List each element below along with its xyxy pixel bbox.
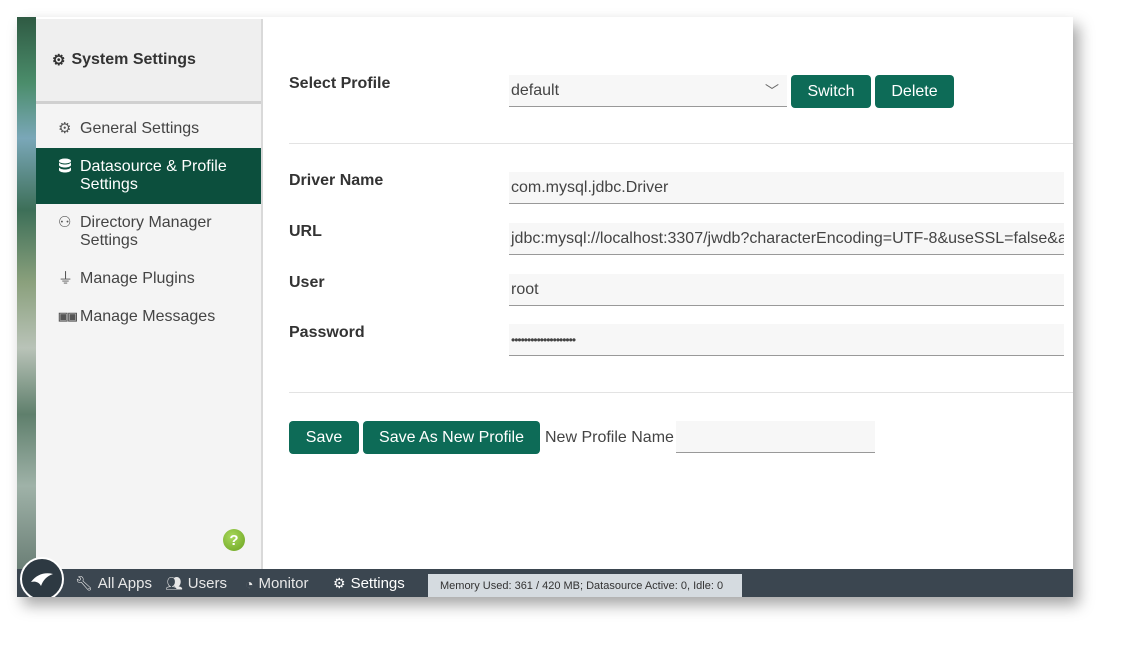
menu-all-apps-label: All Apps xyxy=(97,575,152,592)
background-image-strip xyxy=(17,17,36,569)
profile-select[interactable]: default ﹀ xyxy=(509,75,787,107)
user-label: User xyxy=(289,274,325,291)
sidebar-item-manage-messages[interactable]: ▣▣ Manage Messages xyxy=(36,298,261,336)
menu-settings-label: Settings xyxy=(350,575,405,592)
app-logo-icon[interactable] xyxy=(20,557,64,597)
new-profile-name-label: New Profile Name xyxy=(545,429,674,446)
save-as-new-profile-button[interactable]: Save As New Profile xyxy=(363,421,540,454)
app-window: ⚙ System Settings ⚙ General Settings Dat… xyxy=(17,17,1073,597)
driver-name-label: Driver Name xyxy=(289,172,384,189)
sidebar-item-datasource-profile-settings[interactable]: Datasource & Profile Settings xyxy=(36,148,261,204)
gears-icon: ⚙ xyxy=(333,575,346,591)
profile-select-value: default xyxy=(511,82,560,99)
database-icon-svg xyxy=(59,158,71,173)
select-profile-label: Select Profile xyxy=(289,75,391,92)
new-profile-name-input[interactable] xyxy=(676,421,875,453)
sidebar-title: System Settings xyxy=(71,51,196,68)
language-icon: ▣▣ xyxy=(58,311,78,323)
gear-icon: ⚙ xyxy=(58,120,72,137)
sidebar-item-label: General Settings xyxy=(80,120,200,137)
status-bar-text: Memory Used: 361 / 420 MB; Datasource Ac… xyxy=(428,574,742,597)
bottom-bar: 🔧︎ All Apps 👥︎ Users ◔ Monitor ⚙ Setting… xyxy=(17,557,1073,597)
save-button[interactable]: Save xyxy=(289,421,359,454)
url-input[interactable]: jdbc:mysql://localhost:3307/jwdb?charact… xyxy=(509,223,1064,255)
database-icon xyxy=(58,158,80,179)
help-icon[interactable]: ? xyxy=(223,529,245,551)
sidebar-item-manage-plugins[interactable]: ⏚ Manage Plugins xyxy=(36,260,261,298)
sidebar: ⚙ System Settings ⚙ General Settings Dat… xyxy=(36,19,263,569)
gears-icon: ⚙ xyxy=(52,52,66,69)
delete-button[interactable]: Delete xyxy=(875,75,954,108)
menu-users[interactable]: 👥︎ Users xyxy=(165,575,227,592)
sidebar-item-label: Datasource & Profile Settings xyxy=(80,158,227,193)
plug-icon: ⏚ xyxy=(58,270,74,287)
menu-settings[interactable]: ⚙ Settings xyxy=(333,575,405,592)
divider xyxy=(289,392,1073,393)
actions-row: Save Save As New Profile New Profile Nam… xyxy=(289,421,1063,455)
menu-users-label: Users xyxy=(187,575,227,592)
menu-monitor-label: Monitor xyxy=(258,575,309,592)
divider xyxy=(289,143,1073,144)
users-gear-icon: ⚇ xyxy=(58,214,72,231)
sidebar-item-general-settings[interactable]: ⚙ General Settings xyxy=(36,110,261,148)
dashboard-icon: ◔ xyxy=(245,575,254,592)
menu-all-apps[interactable]: 🔧︎ All Apps xyxy=(75,575,152,592)
main-content: Select Profile default ﹀ Switch Delete D… xyxy=(263,17,1073,569)
sidebar-header: ⚙ System Settings xyxy=(36,19,261,104)
user-row: User root xyxy=(289,274,1064,308)
user-input[interactable]: root xyxy=(509,274,1064,306)
driver-row: Driver Name com.mysql.jdbc.Driver xyxy=(289,172,1064,206)
chevron-down-icon: ﹀ xyxy=(765,83,779,99)
menu-monitor[interactable]: ◔ Monitor xyxy=(245,575,309,592)
sidebar-nav: ⚙ General Settings Datasource & Profile … xyxy=(36,110,261,336)
password-row: Password •••••••••••••••••••• xyxy=(289,324,1064,358)
sidebar-item-label: Manage Messages xyxy=(80,308,216,325)
wrench-icon: 🔧︎ xyxy=(75,575,93,591)
sidebar-item-label: Directory Manager Settings xyxy=(80,214,212,249)
users-icon: 👥︎ xyxy=(165,575,183,591)
password-label: Password xyxy=(289,324,365,341)
sidebar-item-label: Manage Plugins xyxy=(80,270,195,287)
sidebar-item-directory-manager-settings[interactable]: ⚇ Directory Manager Settings xyxy=(36,204,261,260)
driver-name-input[interactable]: com.mysql.jdbc.Driver xyxy=(509,172,1064,204)
url-row: URL jdbc:mysql://localhost:3307/jwdb?cha… xyxy=(289,223,1064,257)
profile-row: Select Profile default ﹀ Switch Delete xyxy=(289,75,1063,115)
password-input[interactable]: •••••••••••••••••••• xyxy=(509,324,1064,356)
logo-bird-icon xyxy=(31,573,53,586)
switch-button[interactable]: Switch xyxy=(791,75,871,108)
url-label: URL xyxy=(289,223,322,240)
